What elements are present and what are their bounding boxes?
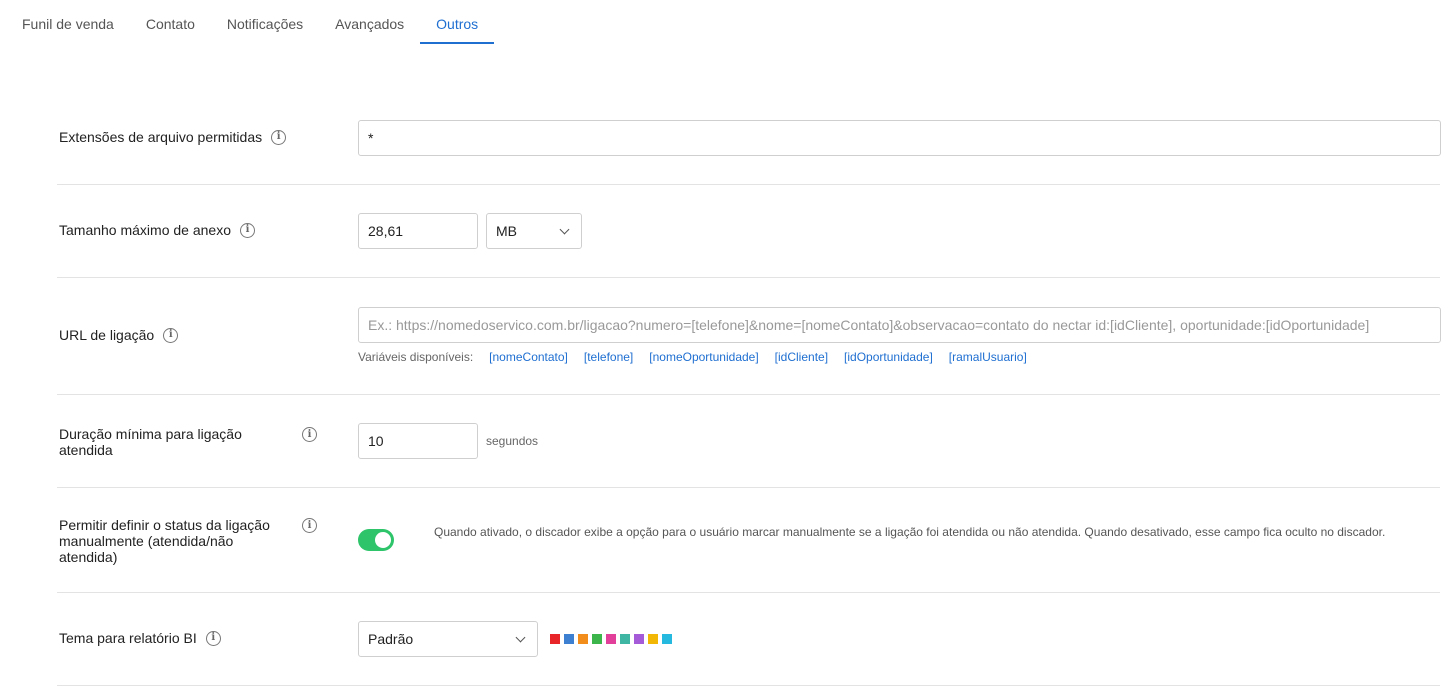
row-file-extensions: Extensões de arquivo permitidas i * [57,92,1441,185]
min-duration-input[interactable]: 10 [358,423,478,459]
min-duration-label: Duração mínima para ligação atendida [59,426,259,458]
variable-id-oportunidade[interactable]: [idOportunidade] [844,350,933,364]
manual-status-toggle[interactable] [358,529,394,551]
bi-theme-label-text: Tema para relatório BI [59,630,197,646]
chevron-down-icon [515,632,526,642]
row-bi-theme: Tema para relatório BI i Padrão [57,593,1440,686]
variable-nome-contato[interactable]: [nomeContato] [489,350,568,364]
tab-outros[interactable]: Outros [420,0,495,44]
palette-swatch [620,634,630,644]
min-duration-suffix: segundos [486,434,539,448]
max-attachment-input[interactable]: 28,61 [358,213,478,249]
info-icon[interactable]: i [271,129,287,145]
tab-contato[interactable]: Contato [130,0,211,44]
attachment-unit-select[interactable]: MB [486,213,582,249]
call-url-input[interactable]: Ex.: https://nomedoservico.com.br/ligaca… [358,307,1441,343]
max-attachment-label-text: Tamanho máximo de anexo [59,222,231,238]
settings-tabs: Funil de venda Contato Notificações Avan… [0,0,495,44]
tab-funil-de-venda[interactable]: Funil de venda [0,0,130,44]
call-url-label-text: URL de ligação [59,327,155,343]
variable-telefone[interactable]: [telefone] [584,350,633,364]
bi-theme-palette [550,634,672,644]
info-icon[interactable]: i [163,327,179,343]
palette-swatch [578,634,588,644]
palette-swatch [592,634,602,644]
bi-theme-value: Padrão [368,631,414,647]
bi-theme-label: Tema para relatório BI i [59,630,221,646]
min-duration-label-text: Duração mínima para ligação atendida [59,426,242,458]
info-icon[interactable]: i [240,222,255,238]
toggle-knob [375,532,391,548]
info-icon[interactable]: i [302,427,317,442]
variable-nome-oportunidade[interactable]: [nomeOportunidade] [649,350,758,364]
row-call-url: URL de ligação i Ex.: https://nomedoserv… [57,278,1441,395]
bi-theme-select[interactable]: Padrão [358,621,538,657]
tab-notificacoes[interactable]: Notificações [211,0,319,44]
available-variables: Variáveis disponíveis: [nomeContato] [te… [358,350,1027,364]
palette-swatch [634,634,644,644]
variable-id-cliente[interactable]: [idCliente] [775,350,828,364]
palette-swatch [550,634,560,644]
attachment-unit-value: MB [496,223,517,239]
file-extensions-input[interactable]: * [358,120,1441,156]
manual-status-description: Quando ativado, o discador exibe a opção… [434,525,1386,539]
call-url-label: URL de ligação i [59,327,179,343]
palette-swatch [648,634,658,644]
info-icon[interactable]: i [205,630,221,646]
palette-swatch [564,634,574,644]
variable-ramal-usuario[interactable]: [ramalUsuario] [949,350,1027,364]
max-attachment-label: Tamanho máximo de anexo i [59,222,255,238]
palette-swatch [606,634,616,644]
manual-status-label-text: Permitir definir o status da ligação man… [59,517,270,565]
row-min-duration: Duração mínima para ligação atendida i 1… [57,395,1440,488]
file-extensions-label-text: Extensões de arquivo permitidas [59,129,263,145]
file-extensions-label: Extensões de arquivo permitidas i [59,129,287,145]
info-icon[interactable]: i [302,518,317,533]
tab-avancados[interactable]: Avançados [319,0,420,44]
row-manual-status: Permitir definir o status da ligação man… [57,488,1440,593]
palette-swatch [662,634,672,644]
manual-status-label: Permitir definir o status da ligação man… [59,517,284,565]
available-variables-label: Variáveis disponíveis: [358,350,474,364]
row-max-attachment: Tamanho máximo de anexo i 28,61 MB [57,185,1440,278]
chevron-down-icon [559,224,570,234]
